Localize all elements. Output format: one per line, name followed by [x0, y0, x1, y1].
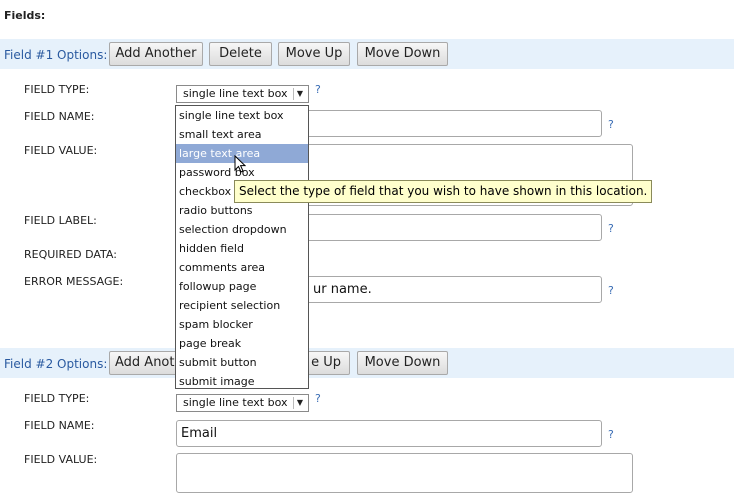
field1-error-input-value: ur name. — [313, 282, 372, 297]
dropdown-option[interactable]: followup page — [176, 277, 308, 296]
dropdown-option[interactable]: radio buttons — [176, 201, 308, 220]
chevron-down-icon: ▼ — [293, 88, 306, 100]
chevron-down-icon: ▼ — [293, 397, 306, 409]
field1-name-help-icon[interactable]: ? — [608, 118, 614, 131]
field1-label-label: FIELD LABEL: — [24, 214, 97, 227]
field1-move-down-button[interactable]: Move Down — [357, 42, 448, 66]
field1-label-help-icon[interactable]: ? — [608, 222, 614, 235]
field1-delete-button[interactable]: Delete — [209, 42, 272, 66]
field1-error-label: ERROR MESSAGE: — [24, 275, 124, 288]
section-title: Fields: — [4, 9, 46, 22]
field2-move-down-button[interactable]: Move Down — [357, 351, 448, 375]
field2-value-label: FIELD VALUE: — [24, 453, 98, 466]
dropdown-option[interactable]: comments area — [176, 258, 308, 277]
field1-add-another-button[interactable]: Add Another — [109, 42, 203, 66]
dropdown-option[interactable]: hidden field — [176, 239, 308, 258]
dropdown-option[interactable]: small text area — [176, 125, 308, 144]
field1-options-label: Field #1 Options: — [4, 48, 108, 62]
field2-type-help-icon[interactable]: ? — [315, 392, 321, 405]
field1-move-up-button[interactable]: Move Up — [278, 42, 350, 66]
dropdown-option[interactable]: submit button — [176, 353, 308, 372]
dropdown-option[interactable]: page break — [176, 334, 308, 353]
field1-name-label: FIELD NAME: — [24, 110, 95, 123]
mouse-pointer-icon — [234, 155, 246, 173]
field1-type-select-value: single line text box — [183, 87, 288, 100]
field2-type-select-value: single line text box — [183, 396, 288, 409]
field-type-tooltip: Select the type of field that you wish t… — [234, 180, 653, 203]
field2-value-textarea[interactable] — [176, 453, 633, 493]
dropdown-option[interactable]: single line text box — [176, 106, 308, 125]
field1-options-bar: Field #1 Options: Add Another Delete Mov… — [0, 39, 734, 69]
dropdown-option[interactable]: submit image — [176, 372, 308, 391]
field-type-dropdown-list[interactable]: single line text box small text area lar… — [175, 105, 309, 389]
field2-name-label: FIELD NAME: — [24, 419, 95, 432]
field1-type-select[interactable]: single line text box ▼ — [176, 85, 309, 103]
field2-name-help-icon[interactable]: ? — [608, 428, 614, 441]
dropdown-option[interactable]: recipient selection — [176, 296, 308, 315]
field2-type-label: FIELD TYPE: — [24, 392, 90, 405]
field2-type-select[interactable]: single line text box ▼ — [176, 394, 309, 412]
field1-type-help-icon[interactable]: ? — [315, 83, 321, 96]
field2-name-input-value: Email — [181, 426, 218, 441]
field1-type-label: FIELD TYPE: — [24, 83, 90, 96]
field2-options-label: Field #2 Options: — [4, 357, 108, 371]
field1-required-label: REQUIRED DATA: — [24, 248, 117, 261]
dropdown-option[interactable]: spam blocker — [176, 315, 308, 334]
field2-name-input[interactable]: Email — [176, 420, 602, 447]
dropdown-option[interactable]: selection dropdown — [176, 220, 308, 239]
field1-error-help-icon[interactable]: ? — [608, 284, 614, 297]
field2-options-bar: Field #2 Options: Add Anoth e Up Move Do… — [0, 348, 734, 378]
field1-value-label: FIELD VALUE: — [24, 144, 98, 157]
